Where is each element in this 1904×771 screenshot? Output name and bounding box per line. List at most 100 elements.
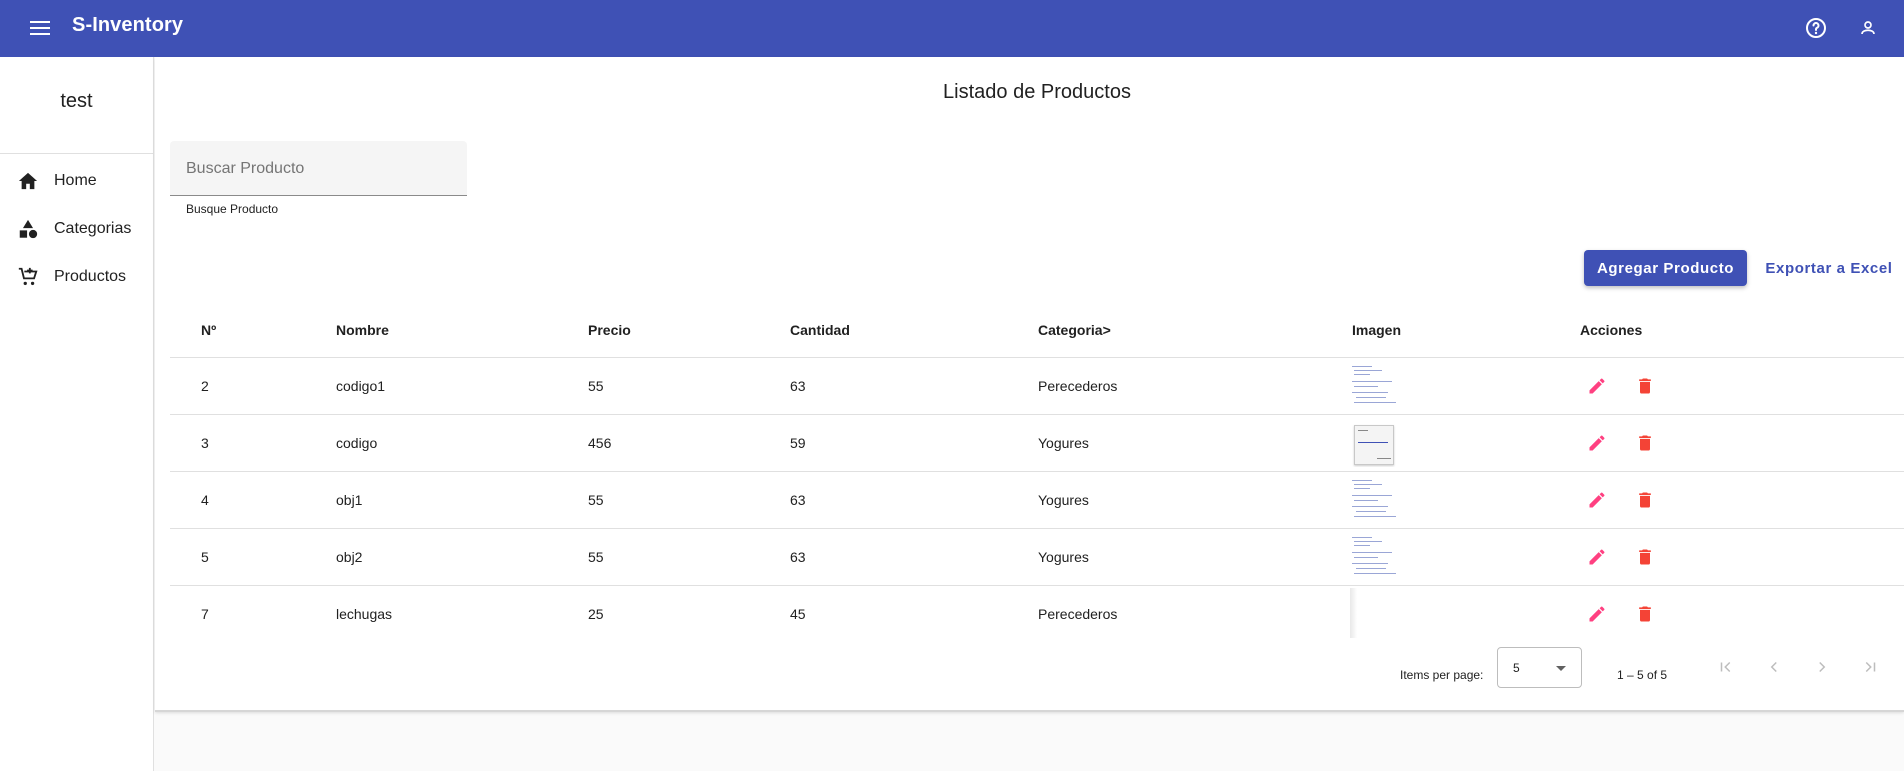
product-image: [1350, 476, 1396, 524]
table-row: 5 obj2 55 63 Yogures: [170, 529, 1904, 586]
page-size-value: 5: [1513, 661, 1520, 675]
delete-icon: [1639, 549, 1651, 565]
shopping-cart-icon: [16, 265, 40, 289]
delete-button[interactable]: [1631, 543, 1659, 571]
cell-price: 25: [588, 606, 604, 622]
cell-number: 7: [201, 606, 209, 622]
account-button[interactable]: [1852, 12, 1884, 44]
cell-category: Perecederos: [1038, 378, 1118, 394]
delete-icon: [1639, 492, 1651, 508]
column-header-image: Imagen: [1352, 322, 1402, 338]
first-page-button[interactable]: [1712, 653, 1740, 681]
sidebar-item-home[interactable]: Home: [0, 161, 153, 201]
delete-button[interactable]: [1631, 372, 1659, 400]
delete-button[interactable]: [1631, 600, 1659, 628]
edit-icon: [1589, 606, 1605, 622]
column-header-name: Nombre: [336, 322, 389, 338]
cell-number: 2: [201, 378, 209, 394]
cell-number: 3: [201, 435, 209, 451]
sidebar-item-label: Categorias: [54, 220, 132, 237]
cell-quantity: 63: [790, 378, 806, 394]
cell-name: codigo1: [336, 378, 386, 394]
edit-button[interactable]: [1583, 543, 1611, 571]
cell-category: Yogures: [1038, 549, 1089, 565]
sidebar-item-categorias[interactable]: Categorias: [0, 209, 153, 249]
sidebar-item-label: Home: [54, 172, 97, 189]
chevron-right-icon: [1819, 661, 1826, 673]
delete-button[interactable]: [1631, 429, 1659, 457]
items-per-page-label: Items per page:: [1400, 668, 1484, 682]
product-image: [1350, 533, 1396, 581]
cell-price: 55: [588, 378, 604, 394]
cell-price: 55: [588, 492, 604, 508]
chevron-down-icon: [1556, 666, 1566, 671]
sidebar-item-label: Productos: [54, 268, 127, 285]
next-page-button[interactable]: [1808, 653, 1836, 681]
products-table: Nº Nombre Precio Cantidad Categoria> Ima…: [170, 302, 1904, 643]
column-header-category: Categoria>: [1038, 322, 1111, 338]
page-title: Listado de Productos: [943, 81, 1131, 103]
menu-icon: [30, 21, 50, 35]
person-icon: [1861, 21, 1875, 35]
delete-icon: [1639, 435, 1651, 451]
menu-button[interactable]: [24, 12, 56, 44]
search-field[interactable]: [170, 141, 467, 196]
cell-number: 4: [201, 492, 209, 508]
edit-icon: [1589, 378, 1605, 394]
cell-price: 55: [588, 549, 604, 565]
cell-category: Yogures: [1038, 492, 1089, 508]
table-row: 4 obj1 55 63 Yogures: [170, 472, 1904, 529]
edit-button[interactable]: [1583, 429, 1611, 457]
search-hint: Busque Producto: [186, 202, 279, 216]
edit-button[interactable]: [1583, 372, 1611, 400]
cell-name: obj2: [336, 549, 363, 565]
sidebar-item-productos[interactable]: Productos: [0, 257, 153, 297]
paginator: Items per page: 5 1 – 5 of 5: [155, 639, 1889, 695]
search-input[interactable]: [186, 157, 451, 181]
cell-category: Perecederos: [1038, 606, 1118, 622]
edit-button[interactable]: [1583, 600, 1611, 628]
cell-quantity: 63: [790, 549, 806, 565]
product-image: [1350, 419, 1396, 467]
table-row: 3 codigo 456 59 Yogures: [170, 415, 1904, 472]
page-size-select[interactable]: 5: [1497, 647, 1582, 688]
delete-icon: [1639, 378, 1651, 394]
help-icon: [1806, 18, 1826, 38]
first-page-icon: [1720, 661, 1731, 673]
cell-price: 456: [588, 435, 612, 451]
table-row: 2 codigo1 55 63 Perecederos: [170, 358, 1904, 415]
add-product-button[interactable]: Agregar Producto: [1584, 250, 1747, 286]
edit-icon: [1589, 435, 1605, 451]
previous-page-button[interactable]: [1760, 653, 1788, 681]
sidebar-divider: [0, 153, 153, 154]
cell-number: 5: [201, 549, 209, 565]
app-title: S-Inventory: [72, 14, 184, 36]
product-image: [1350, 362, 1396, 410]
column-header-actions: Acciones: [1580, 322, 1643, 338]
category-icon: [16, 217, 40, 241]
last-page-button[interactable]: [1856, 653, 1884, 681]
edit-button[interactable]: [1583, 486, 1611, 514]
delete-icon: [1639, 606, 1651, 622]
cell-quantity: 59: [790, 435, 806, 451]
cell-name: lechugas: [336, 606, 393, 622]
cell-category: Yogures: [1038, 435, 1089, 451]
chevron-left-icon: [1770, 661, 1777, 673]
column-header-price: Precio: [588, 322, 631, 338]
edit-icon: [1589, 492, 1605, 508]
sidebar-user-name: test: [60, 90, 93, 112]
home-icon: [16, 169, 40, 193]
export-excel-button[interactable]: Exportar a Excel: [1761, 250, 1897, 286]
top-toolbar: S-Inventory: [0, 0, 1904, 57]
main-card: Listado de Productos Busque Producto Agr…: [155, 57, 1904, 712]
table-header-row: Nº Nombre Precio Cantidad Categoria> Ima…: [170, 302, 1904, 358]
cell-quantity: 63: [790, 492, 806, 508]
table-row: 7 lechugas 25 45 Perecederos: [170, 586, 1904, 643]
help-button[interactable]: [1800, 12, 1832, 44]
cell-name: obj1: [336, 492, 363, 508]
page-range-label: 1 – 5 of 5: [1617, 668, 1668, 682]
delete-button[interactable]: [1631, 486, 1659, 514]
cell-name: codigo: [336, 435, 378, 451]
edit-icon: [1589, 549, 1605, 565]
column-header-quantity: Cantidad: [790, 322, 850, 338]
